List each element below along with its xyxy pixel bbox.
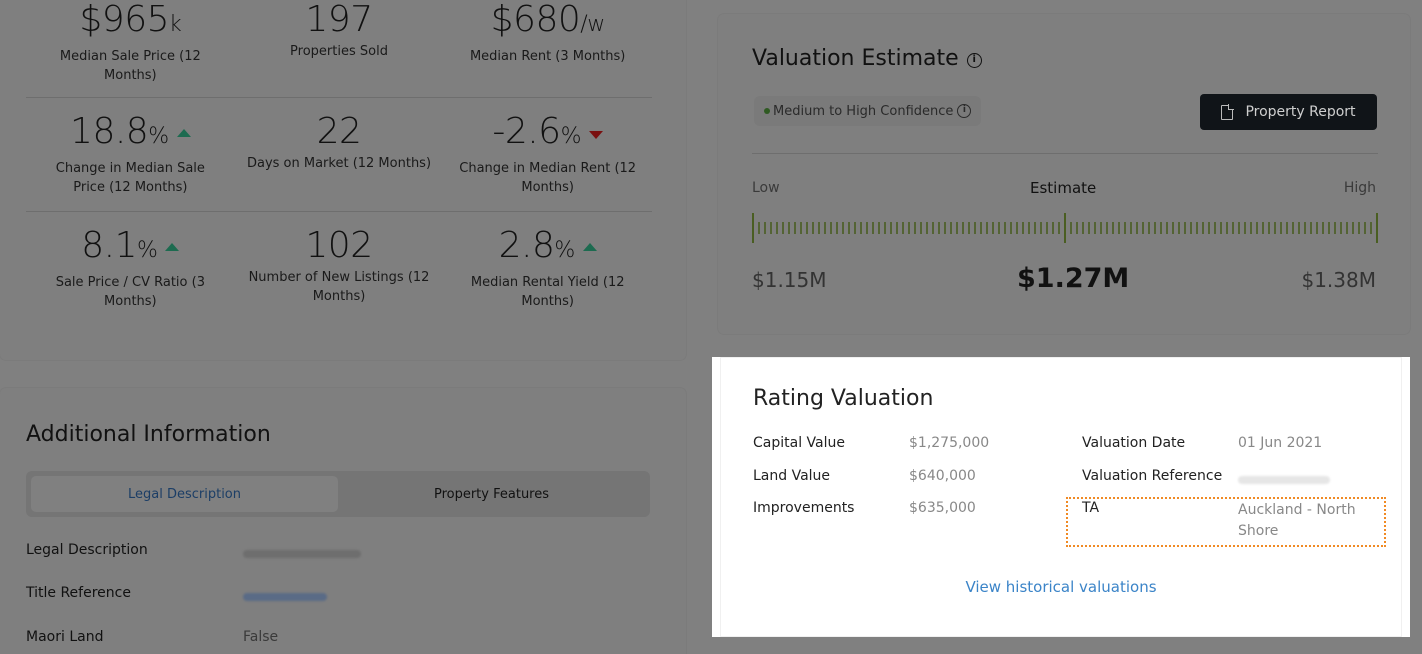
valuation-reference-value <box>1238 472 1330 488</box>
stat-change-median-rent: -2.6% Change in Median Rent (12 Months) <box>459 111 637 195</box>
stats-row-2: 18.8% Change in Median Sale Price (12 Mo… <box>26 98 652 212</box>
tab-legal-description[interactable]: Legal Description <box>31 476 338 512</box>
stat-days-on-market: 22 Days on Market (12 Months) <box>246 111 432 171</box>
range-estimate-label: Estimate <box>1030 179 1097 197</box>
stat-median-sale-price: $965k Median Sale Price (12 Months) <box>59 0 201 83</box>
trend-up-icon <box>176 129 191 137</box>
capital-value: $1,275,000 <box>909 435 990 451</box>
confidence-badge: Medium to High Confidence i <box>754 96 982 126</box>
improvements-label: Improvements <box>753 500 855 516</box>
tab-property-features[interactable]: Property Features <box>338 476 645 512</box>
additional-info-tabs: Legal Description Property Features <box>26 471 650 517</box>
divider <box>752 153 1378 154</box>
title-reference-link[interactable] <box>243 589 327 605</box>
range-low-label: Low <box>752 180 780 196</box>
range-high-label: High <box>1343 180 1376 196</box>
ta-label: TA <box>1082 500 1100 516</box>
range-estimate-value: $1.27M <box>1017 263 1130 294</box>
stats-row-1: $965k Median Sale Price (12 Months) 197 … <box>26 0 652 98</box>
land-value: $640,000 <box>909 468 976 484</box>
maori-land-value: False <box>243 629 279 645</box>
info-icon[interactable]: i <box>957 104 972 118</box>
stat-median-rent: $680/w Median Rent (3 Months) <box>469 0 626 64</box>
stat-sale-price-cv-ratio: 8.1% Sale Price / CV Ratio (3 Months) <box>55 225 205 309</box>
valuation-reference-label: Valuation Reference <box>1082 468 1223 484</box>
status-dot-icon <box>764 108 770 114</box>
rating-valuation-title: Rating Valuation <box>753 386 934 411</box>
stat-median-rental-yield: 2.8% Median Rental Yield (12 Months) <box>470 225 625 309</box>
stat-new-listings: 102 Number of New Listings (12 Months) <box>248 225 430 304</box>
legal-description-label: Legal Description <box>26 542 148 558</box>
view-historical-valuations-link[interactable]: View historical valuations <box>965 578 1156 596</box>
stats-row-3: 8.1% Sale Price / CV Ratio (3 Months) 10… <box>26 212 652 326</box>
land-value-label: Land Value <box>753 468 831 484</box>
document-icon <box>1221 103 1235 120</box>
property-report-button[interactable]: Property Report <box>1200 94 1377 130</box>
market-stats-grid: $965k Median Sale Price (12 Months) 197 … <box>26 0 652 326</box>
title-reference-label: Title Reference <box>26 585 131 601</box>
trend-down-icon <box>589 131 603 139</box>
valuation-range-scale <box>752 213 1378 243</box>
info-icon[interactable]: i <box>966 53 982 68</box>
additional-info-title: Additional Information <box>26 422 271 447</box>
valuation-date-label: Valuation Date <box>1082 435 1186 451</box>
stat-change-median-sale: 18.8% Change in Median Sale Price (12 Mo… <box>55 111 205 195</box>
maori-land-label: Maori Land <box>26 629 104 645</box>
legal-description-value <box>243 546 361 562</box>
historical-valuations-wrapper: View historical valuations <box>712 577 1410 596</box>
valuation-date-value: 01 Jun 2021 <box>1238 435 1323 451</box>
capital-value-label: Capital Value <box>753 435 845 451</box>
range-low-value: $1.15M <box>752 268 827 292</box>
trend-up-icon <box>165 243 180 251</box>
improvements-value: $635,000 <box>909 500 976 516</box>
ta-value: Auckland - North Shore <box>1238 502 1356 539</box>
range-high-value: $1.38M <box>1301 268 1376 292</box>
trend-up-icon <box>582 243 597 251</box>
stat-properties-sold: 197 Properties Sold <box>290 0 388 59</box>
valuation-estimate-title: Valuation Estimate i <box>752 46 982 71</box>
